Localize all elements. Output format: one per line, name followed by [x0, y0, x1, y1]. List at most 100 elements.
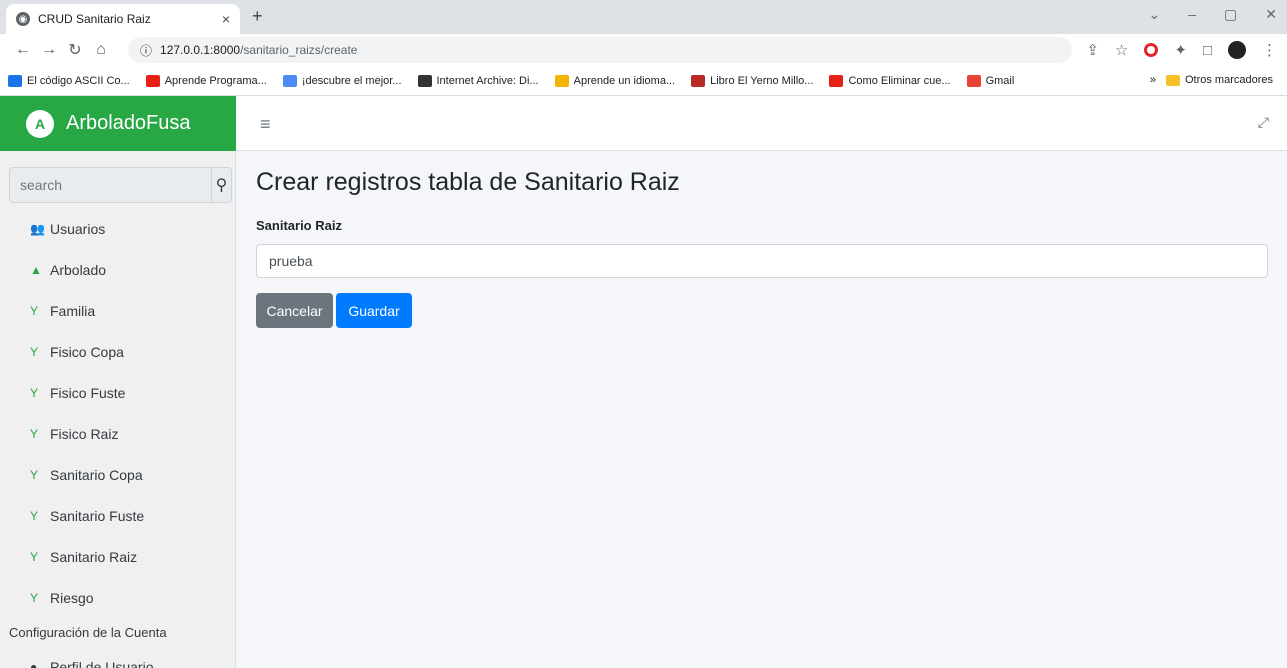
- sanitario-raiz-input[interactable]: [256, 244, 1268, 278]
- reload-icon[interactable]: ↻: [62, 40, 88, 60]
- sidebar-item-familia[interactable]: Y Familia: [30, 300, 95, 322]
- sidebar-item-sanitario-raiz[interactable]: Y Sanitario Raiz: [30, 546, 137, 568]
- bookmark-item[interactable]: Como Eliminar cue...: [829, 74, 951, 87]
- back-icon[interactable]: ←: [10, 41, 36, 59]
- sidebar-item-label: Familia: [50, 303, 96, 319]
- sidebar-item-fisico-copa[interactable]: Y Fisico Copa: [30, 341, 124, 363]
- field-label: Sanitario Raiz: [256, 218, 342, 233]
- star-icon[interactable]: ☆: [1115, 41, 1128, 59]
- bookmarks-bar: El código ASCII Co... Aprende Programa...…: [0, 66, 1287, 96]
- minimize-icon[interactable]: –: [1188, 6, 1196, 23]
- avatar[interactable]: [1228, 41, 1246, 59]
- more-bookmarks-button[interactable]: »: [1150, 74, 1156, 86]
- users-icon: 👥: [30, 222, 45, 236]
- fullscreen-icon[interactable]: ⤢: [1258, 114, 1269, 131]
- sidebar-item-label: Fisico Fuste: [50, 385, 126, 401]
- url-field[interactable]: ⓘ 127.0.0.1:8000/sanitario_raizs/create: [128, 37, 1073, 63]
- sidebar-item-usuarios[interactable]: 👥 Usuarios: [30, 218, 105, 240]
- home-icon[interactable]: ⌂: [88, 41, 114, 59]
- bookmark-item[interactable]: Aprende un idioma...: [554, 74, 676, 87]
- bookmark-label: ¡descubre el mejor...: [301, 74, 402, 87]
- close-icon[interactable]: ✕: [1265, 6, 1277, 23]
- other-bookmarks-label: Otros marcadores: [1184, 74, 1273, 86]
- sidebar-item-label: Perfil de Usuario: [50, 659, 154, 668]
- sidebar-item-label: Arbolado: [50, 262, 107, 278]
- seedling-icon: Y: [30, 550, 39, 564]
- bookmarks-right: » Otros marcadores: [1150, 74, 1273, 86]
- brand[interactable]: A ArboladoFusa: [0, 96, 236, 151]
- page-title: Crear registros tabla de Sanitario Raiz: [256, 168, 680, 196]
- opera-icon[interactable]: [1144, 43, 1159, 57]
- sidebar-item-arbolado[interactable]: ▲ Arbolado: [30, 259, 106, 281]
- url-host: 127.0.0.1:8000: [160, 43, 241, 57]
- bookmark-item[interactable]: Internet Archive: Di...: [417, 74, 539, 87]
- bookmark-label: Libro El Yerno Millo...: [710, 74, 814, 87]
- bookmark-favicon-icon: [829, 74, 844, 87]
- bookmark-item[interactable]: Aprende Programa...: [145, 74, 267, 87]
- address-bar: ← → ↻ ⌂ ⓘ 127.0.0.1:8000/sanitario_raizs…: [0, 34, 1287, 66]
- sidebar-item-label: Sanitario Fuste: [50, 508, 145, 524]
- browser-tabstrip: ◉ CRUD Sanitario Raiz × + ⌄ – ▢ ✕: [0, 0, 1287, 34]
- forward-icon[interactable]: →: [36, 41, 62, 59]
- seedling-icon: Y: [30, 468, 39, 482]
- user-icon: ●: [30, 660, 38, 668]
- sidebar: ⚲ 👥 Usuarios ▲ Arbolado Y Familia Y Fisico Copa…: [0, 151, 236, 668]
- restore-icon[interactable]: ▢: [1224, 6, 1237, 23]
- sidebar-item-sanitario-copa[interactable]: Y Sanitario Copa: [30, 464, 143, 486]
- other-bookmarks-folder[interactable]: Otros marcadores: [1165, 74, 1273, 86]
- share-icon[interactable]: ⇪: [1086, 41, 1099, 59]
- cancel-button[interactable]: Cancelar: [256, 293, 333, 328]
- chevron-down-icon[interactable]: ⌄: [1149, 6, 1161, 23]
- sidebar-item-label: Usuarios: [50, 221, 106, 237]
- save-button[interactable]: Guardar: [336, 293, 412, 328]
- bookmark-favicon-icon: [966, 74, 981, 87]
- bookmark-label: Aprende un idioma...: [573, 74, 676, 87]
- top-navbar: ≡ ⤢: [236, 96, 1287, 151]
- sidebar-item-label: Fisico Copa: [50, 344, 124, 360]
- bookmark-favicon-icon: [417, 74, 432, 87]
- bookmark-favicon-icon: [691, 74, 706, 87]
- seedling-icon: Y: [30, 345, 39, 359]
- bookmark-item[interactable]: Gmail: [966, 74, 1015, 87]
- seedling-icon: Y: [30, 591, 39, 605]
- new-tab-button[interactable]: +: [252, 6, 263, 27]
- bookmark-favicon-icon: [145, 74, 160, 87]
- seedling-icon: Y: [30, 386, 39, 400]
- hamburger-icon[interactable]: ≡: [260, 114, 271, 135]
- sidepanel-icon[interactable]: □: [1203, 42, 1212, 59]
- sidebar-item-fisico-raiz[interactable]: Y Fisico Raiz: [30, 423, 118, 445]
- window-controls: ⌄ – ▢ ✕: [1149, 6, 1278, 23]
- menu-icon[interactable]: ⋮: [1262, 41, 1277, 59]
- search-input[interactable]: [10, 168, 211, 202]
- browser-tab[interactable]: ◉ CRUD Sanitario Raiz ×: [6, 4, 240, 34]
- sidebar-item-label: Fisico Raiz: [50, 426, 119, 442]
- bookmark-item[interactable]: El código ASCII Co...: [8, 74, 130, 87]
- sidebar-item-riesgo[interactable]: Y Riesgo: [30, 587, 94, 609]
- tree-icon: ▲: [30, 263, 42, 277]
- brand-name: ArboladoFusa: [66, 112, 191, 134]
- seedling-icon: Y: [30, 304, 39, 318]
- bookmark-label: Aprende Programa...: [164, 74, 267, 87]
- bookmark-item[interactable]: ¡descubre el mejor...: [282, 74, 402, 87]
- bookmark-label: El código ASCII Co...: [27, 74, 130, 87]
- bookmark-item[interactable]: Libro El Yerno Millo...: [691, 74, 814, 87]
- bookmark-favicon-icon: [554, 74, 569, 87]
- tab-close-icon[interactable]: ×: [222, 11, 230, 27]
- search-icon[interactable]: ⚲: [211, 168, 231, 202]
- bookmark-label: Gmail: [985, 74, 1015, 87]
- sidebar-item-fisico-fuste[interactable]: Y Fisico Fuste: [30, 382, 125, 404]
- sidebar-item-sanitario-fuste[interactable]: Y Sanitario Fuste: [30, 505, 144, 527]
- sidebar-item-profile[interactable]: ● Perfil de Usuario: [30, 656, 154, 668]
- info-icon[interactable]: ⓘ: [140, 42, 152, 59]
- seedling-icon: Y: [30, 509, 39, 523]
- sidebar-search: ⚲: [9, 167, 232, 203]
- extensions-icon[interactable]: ✦: [1174, 41, 1187, 59]
- bookmark-favicon-icon: [8, 74, 22, 87]
- sidebar-item-label: Sanitario Copa: [50, 467, 143, 483]
- sidebar-item-label: Sanitario Raiz: [50, 549, 138, 565]
- bookmark-label: Como Eliminar cue...: [848, 74, 951, 87]
- sidebar-item-label: Riesgo: [50, 590, 94, 606]
- toolbar-icons: ⇪ ☆ ✦ □ ⋮: [1086, 41, 1277, 59]
- brand-logo: A: [26, 109, 54, 138]
- tab-title: CRUD Sanitario Raiz: [38, 12, 151, 26]
